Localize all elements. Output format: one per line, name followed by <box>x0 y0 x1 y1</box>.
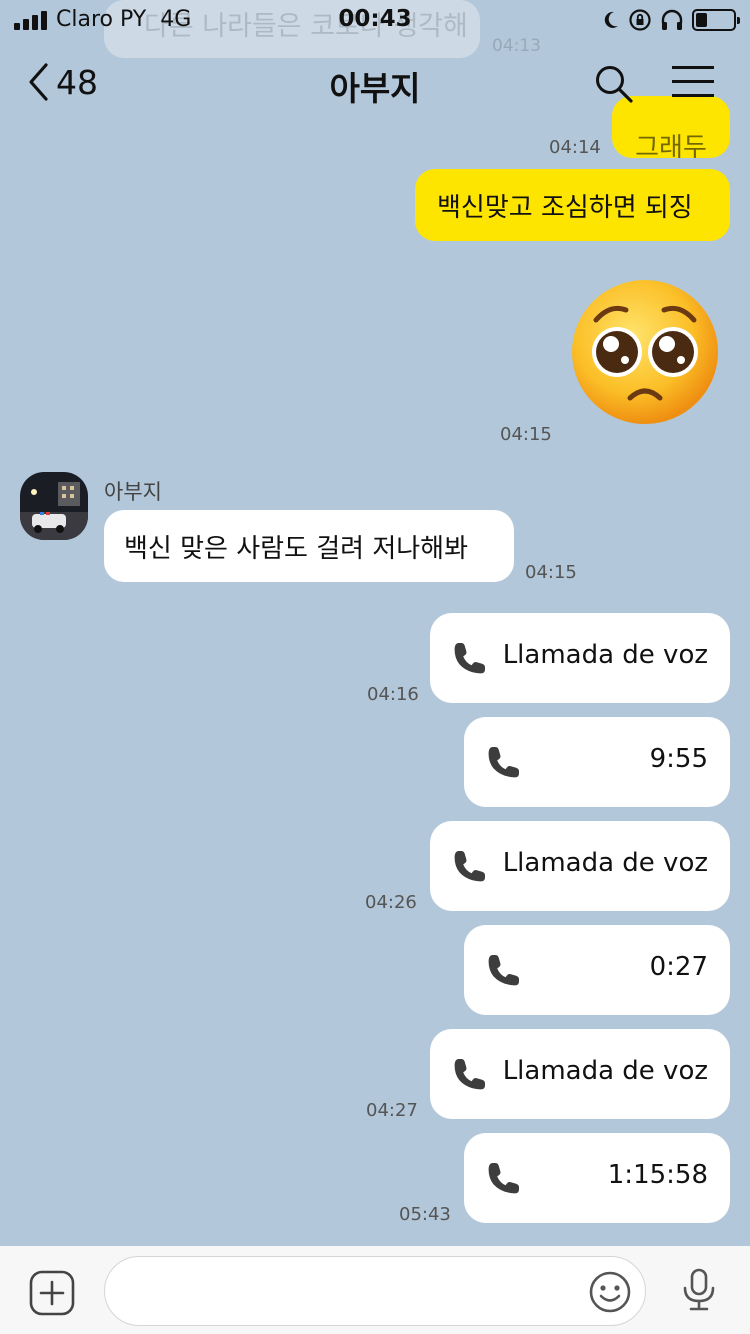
rotation-lock-icon <box>629 9 651 31</box>
my-message-bubble[interactable]: 백신맞고 조심하면 되징 <box>415 169 730 241</box>
search-button[interactable] <box>594 64 634 108</box>
message-time: 04:26 <box>365 892 417 913</box>
moon-icon <box>604 11 618 28</box>
smiley-icon <box>589 1271 631 1313</box>
call-label: Llamada de voz <box>502 640 708 670</box>
call-duration-bubble[interactable]: 9:55 <box>464 717 730 807</box>
headphones-icon <box>661 9 683 30</box>
status-icons <box>602 8 740 32</box>
voice-call-bubble[interactable]: Llamada de voz <box>430 613 730 703</box>
message-time: 05:43 <box>399 1204 451 1225</box>
avatar-image <box>20 472 88 540</box>
partial-message-text: 그래두 <box>635 132 707 159</box>
message-time: 04:27 <box>366 1100 418 1121</box>
phone-icon <box>454 1059 485 1090</box>
sender-name: 아부지 <box>104 480 162 504</box>
call-label: Llamada de voz <box>502 848 708 878</box>
phone-icon <box>488 747 519 778</box>
menu-button[interactable] <box>672 66 714 98</box>
attach-button[interactable] <box>29 1270 75 1320</box>
phone-icon <box>488 955 519 986</box>
phone-icon <box>488 1163 519 1194</box>
message-input[interactable] <box>104 1256 646 1326</box>
message-time: 04:15 <box>500 424 552 445</box>
input-bar <box>0 1246 750 1334</box>
phone-icon <box>454 643 485 674</box>
message-time: 04:16 <box>367 684 419 705</box>
call-duration: 9:55 <box>649 744 708 774</box>
search-icon <box>596 66 633 103</box>
pleading-face-emoji[interactable] <box>570 278 720 426</box>
message-time: 04:14 <box>549 137 601 158</box>
status-bar: Claro PY 4G 00:43 <box>0 0 750 40</box>
voice-call-bubble[interactable]: Llamada de voz <box>430 1029 730 1119</box>
message-time: 04:15 <box>525 562 577 583</box>
emoji-button[interactable] <box>588 1270 632 1318</box>
battery-icon <box>692 9 740 31</box>
phone-icon <box>454 851 485 882</box>
chat-header: 48 아부지 <box>0 40 750 130</box>
message-text: 백신맞고 조심하면 되징 <box>437 192 693 223</box>
mic-button[interactable] <box>682 1268 716 1316</box>
avatar[interactable] <box>20 472 88 540</box>
message-text: 백신 맞은 사람도 걸려 저나해봐 <box>124 533 469 564</box>
call-duration-bubble[interactable]: 1:15:58 <box>464 1133 730 1223</box>
voice-call-bubble[interactable]: Llamada de voz <box>430 821 730 911</box>
call-duration-bubble[interactable]: 0:27 <box>464 925 730 1015</box>
call-duration: 0:27 <box>649 952 708 982</box>
call-duration: 1:15:58 <box>607 1160 708 1190</box>
plus-icon <box>29 1270 75 1316</box>
menu-icon <box>672 66 714 69</box>
other-message-bubble[interactable]: 백신 맞은 사람도 걸려 저나해봐 <box>104 510 514 582</box>
chat-title: 아부지 <box>329 69 421 108</box>
microphone-icon <box>683 1268 715 1311</box>
call-label: Llamada de voz <box>502 1056 708 1086</box>
